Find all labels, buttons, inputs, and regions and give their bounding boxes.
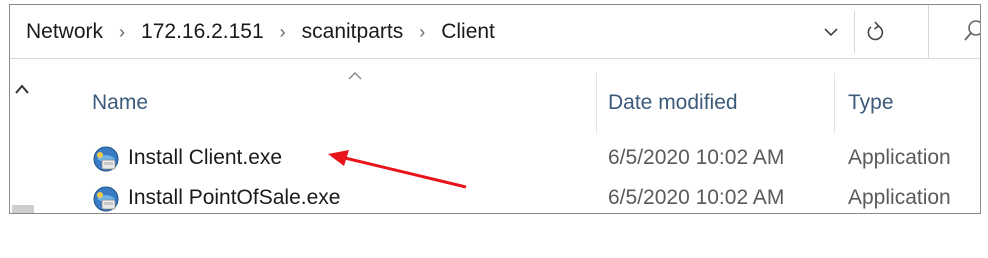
breadcrumb: Network › 172.16.2.151 › scanitparts › C… (24, 5, 497, 59)
file-explorer-window: Network › 172.16.2.151 › scanitparts › C… (9, 4, 981, 214)
file-type: Application (848, 186, 951, 209)
file-row-install-client[interactable]: Install Client.exe 6/5/2020 10:02 AM App… (36, 139, 980, 179)
scroll-up-icon[interactable] (14, 83, 30, 95)
column-header-row: Name Date modified Type (36, 59, 980, 137)
chevron-right-icon[interactable]: › (419, 22, 425, 43)
file-name: Install PointOfSale.exe (128, 186, 341, 209)
address-dropdown-button[interactable] (810, 5, 852, 59)
refresh-icon (867, 21, 884, 41)
refresh-button[interactable] (856, 5, 896, 59)
search-box[interactable] (928, 5, 980, 59)
file-date-modified: 6/5/2020 10:02 AM (608, 146, 785, 169)
breadcrumb-item-share[interactable]: scanitparts (300, 20, 406, 44)
column-divider[interactable] (834, 73, 835, 133)
scrollbar-thumb[interactable] (12, 205, 34, 213)
column-header-type[interactable]: Type (848, 91, 894, 115)
chevron-right-icon[interactable]: › (280, 22, 286, 43)
breadcrumb-item-folder[interactable]: Client (439, 20, 497, 44)
breadcrumb-item-host[interactable]: 172.16.2.151 (139, 20, 266, 44)
address-bar[interactable]: Network › 172.16.2.151 › scanitparts › C… (10, 5, 980, 59)
breadcrumb-item-network[interactable]: Network (24, 20, 105, 44)
file-row-install-pointofsale[interactable]: Install PointOfSale.exe 6/5/2020 10:02 A… (36, 179, 980, 213)
file-date-modified: 6/5/2020 10:02 AM (608, 186, 785, 209)
chevron-right-icon[interactable]: › (119, 22, 125, 43)
vertical-scrollbar[interactable] (10, 59, 36, 213)
file-list: Name Date modified Type Install Client.e… (10, 59, 980, 213)
installer-icon (93, 186, 119, 212)
file-name: Install Client.exe (128, 146, 283, 169)
search-icon (964, 20, 980, 41)
address-divider (854, 11, 855, 53)
file-type: Application (848, 146, 951, 169)
sort-ascending-icon (348, 72, 362, 80)
chevron-down-icon (824, 28, 838, 37)
column-header-date-modified[interactable]: Date modified (608, 91, 738, 115)
installer-icon (93, 146, 119, 172)
column-header-name[interactable]: Name (92, 91, 148, 115)
column-divider[interactable] (596, 73, 597, 133)
